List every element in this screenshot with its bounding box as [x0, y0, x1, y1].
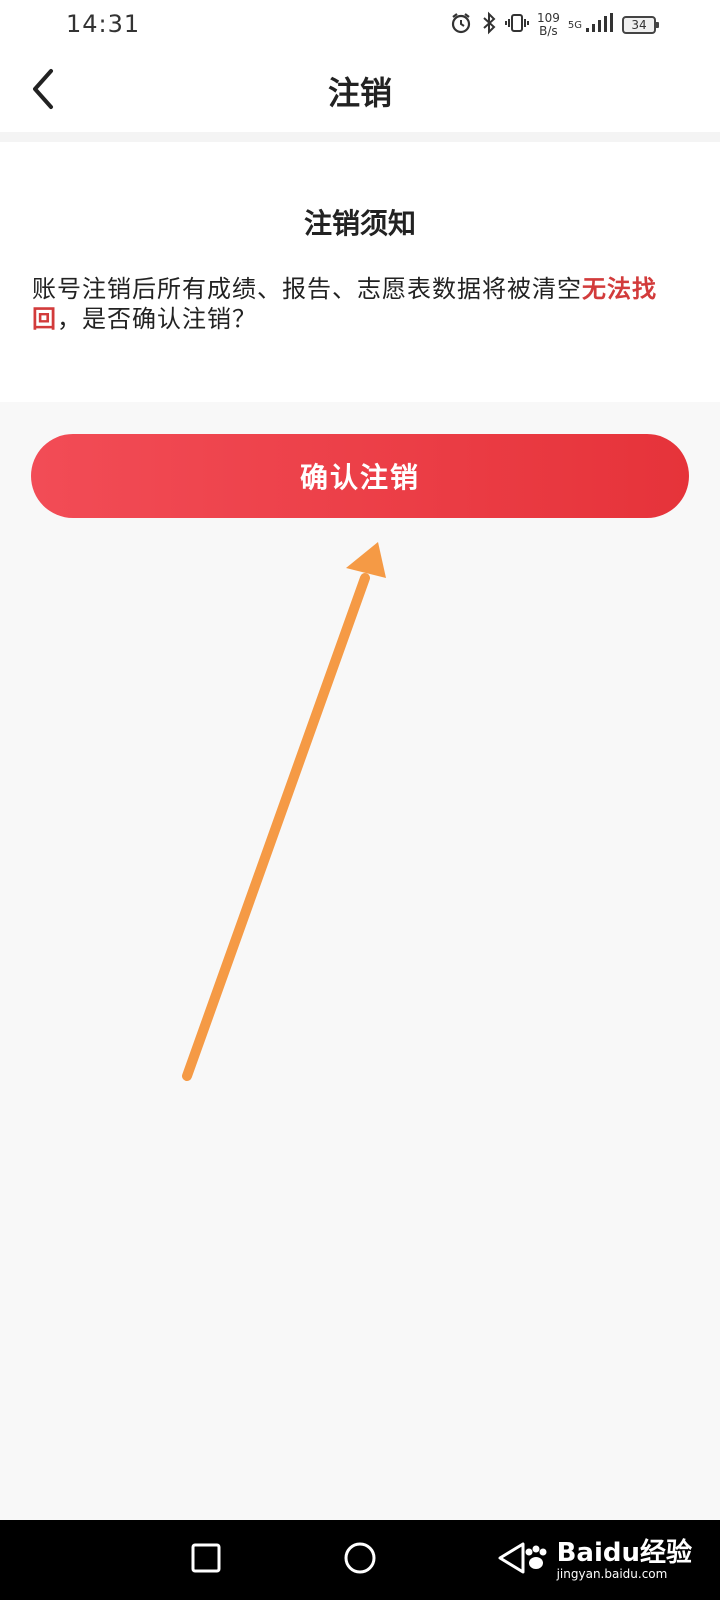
- paw-icon: [521, 1543, 551, 1577]
- notice-title: 注销须知: [303, 207, 416, 240]
- bluetooth-icon: [481, 11, 497, 39]
- alarm-icon: [449, 11, 473, 39]
- notice-card: 注销须知 账号注销后所有成绩、报告、志愿表数据将被清空无法找回，是否确认注销？: [0, 142, 720, 402]
- page-title: 注销: [327, 74, 392, 112]
- baidu-jingyan-watermark: Baidu经验 jingyan.baidu.com: [521, 1534, 692, 1586]
- recents-square-icon: [190, 1542, 222, 1578]
- vibrate-icon: [504, 11, 529, 39]
- notice-body: 账号注销后所有成绩、报告、志愿表数据将被清空无法找回，是否确认注销？: [32, 274, 690, 334]
- notice-body-text: 账号注销后所有成绩、报告、志愿表数据将被清空: [32, 275, 582, 303]
- recents-button[interactable]: [186, 1540, 226, 1580]
- network-speed: 109 B/s: [537, 12, 560, 38]
- status-icons: 109 B/s 5G 34: [449, 10, 659, 40]
- watermark-text: Baidu经验 jingyan.baidu.com: [557, 1539, 692, 1581]
- header-divider: [0, 132, 720, 142]
- network-speed-unit: B/s: [539, 24, 558, 38]
- network-speed-value: 109: [536, 11, 560, 25]
- network-type: 5G: [567, 19, 582, 31]
- header: 注销: [0, 50, 720, 132]
- watermark-url: jingyan.baidu.com: [556, 1567, 668, 1581]
- watermark-brand: Baidu经验: [556, 1538, 692, 1568]
- home-button[interactable]: [340, 1540, 380, 1580]
- confirm-deactivate-button[interactable]: 确认注销: [31, 434, 689, 518]
- status-time: 14:31: [66, 10, 141, 38]
- battery-level: 34: [631, 18, 647, 32]
- home-circle-icon: [343, 1541, 377, 1579]
- battery-icon: 34: [622, 16, 659, 34]
- status-bar: 14:31 109 B/s 5G 34: [0, 0, 720, 50]
- notice-body-question: ，是否确认注销？: [57, 305, 257, 333]
- signal-icon: [584, 12, 614, 38]
- navigation-bar: Baidu经验 jingyan.baidu.com: [0, 1520, 720, 1600]
